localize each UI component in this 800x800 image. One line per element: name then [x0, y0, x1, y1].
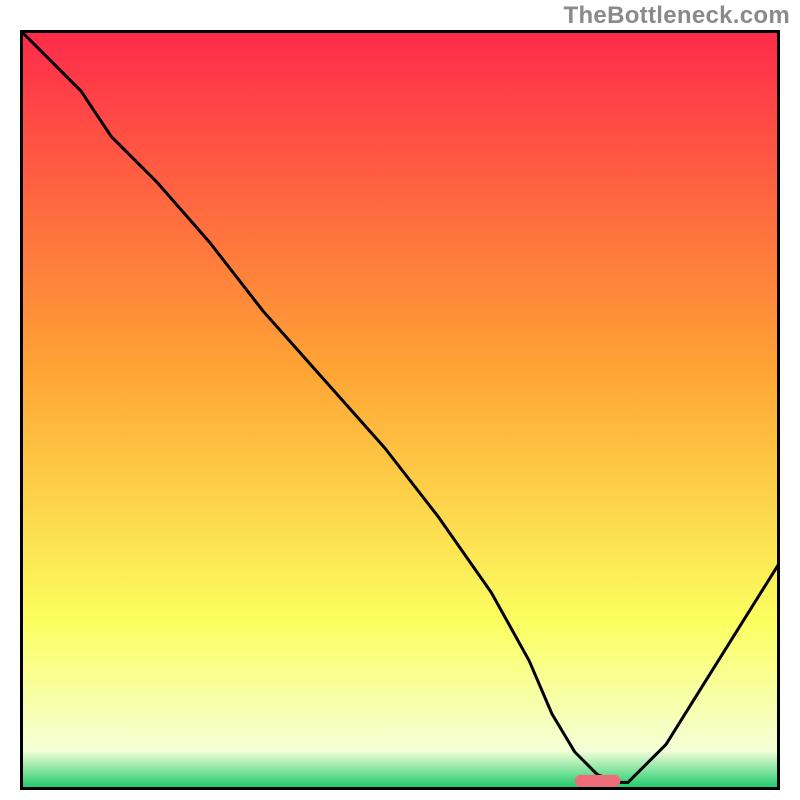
watermark-text: TheBottleneck.com — [564, 2, 790, 30]
target-marker-bar — [575, 775, 621, 787]
heatmap-gradient-background — [22, 32, 779, 789]
bottleneck-chart — [20, 30, 780, 790]
chart-container: TheBottleneck.com — [0, 0, 800, 800]
